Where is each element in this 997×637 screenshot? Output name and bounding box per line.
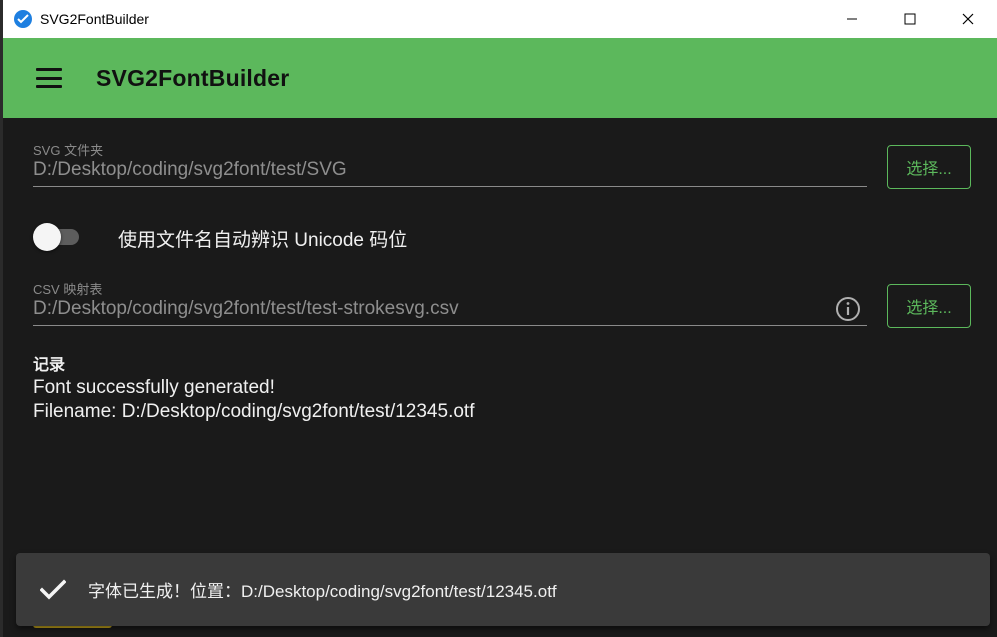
menu-button[interactable]	[36, 68, 62, 88]
close-icon	[962, 13, 974, 25]
snackbar: 字体已生成！位置：D:/Desktop/coding/svg2font/test…	[16, 553, 990, 626]
check-icon	[39, 576, 67, 604]
hamburger-icon-line	[36, 85, 62, 88]
window-title: SVG2FontBuilder	[40, 11, 149, 27]
window-controls	[823, 0, 997, 38]
choose-svg-folder-button[interactable]: 选择...	[887, 145, 971, 189]
page-title: SVG2FontBuilder	[96, 64, 290, 91]
close-window-button[interactable]	[939, 0, 997, 38]
minimize-icon	[847, 18, 857, 20]
maximize-icon	[904, 13, 916, 25]
csv-map-label: CSV 映射表	[33, 282, 103, 297]
info-icon[interactable]	[835, 296, 861, 322]
field-underline	[33, 325, 867, 326]
svg-folder-value[interactable]: D:/Desktop/coding/svg2font/test/SVG	[33, 159, 347, 181]
svg-folder-label: SVG 文件夹	[33, 143, 104, 158]
app-logo-icon	[14, 10, 32, 28]
auto-unicode-label: 使用文件名自动辨识 Unicode 码位	[118, 230, 408, 251]
app-bar: SVG2FontBuilder	[3, 38, 997, 118]
window-titlebar: SVG2FontBuilder	[3, 0, 997, 38]
choose-csv-button[interactable]: 选择...	[887, 284, 971, 328]
auto-unicode-toggle[interactable]	[33, 223, 79, 251]
minimize-button[interactable]	[823, 0, 881, 38]
snackbar-message: 字体已生成！位置：D:/Desktop/coding/svg2font/test…	[88, 582, 557, 601]
log-line: Filename: D:/Desktop/coding/svg2font/tes…	[33, 401, 475, 422]
hamburger-icon-line	[36, 68, 62, 71]
field-underline	[33, 186, 867, 187]
csv-map-value[interactable]: D:/Desktop/coding/svg2font/test/test-str…	[33, 298, 459, 320]
hamburger-icon-line	[36, 76, 62, 80]
maximize-button[interactable]	[881, 0, 939, 38]
csv-map-field[interactable]: CSV 映射表 D:/Desktop/coding/svg2font/test/…	[33, 277, 867, 327]
toggle-thumb	[33, 223, 61, 251]
log-title: 记录	[33, 357, 66, 374]
log-line: Font successfully generated!	[33, 377, 275, 398]
svg-folder-field[interactable]: SVG 文件夹 D:/Desktop/coding/svg2font/test/…	[33, 138, 867, 188]
